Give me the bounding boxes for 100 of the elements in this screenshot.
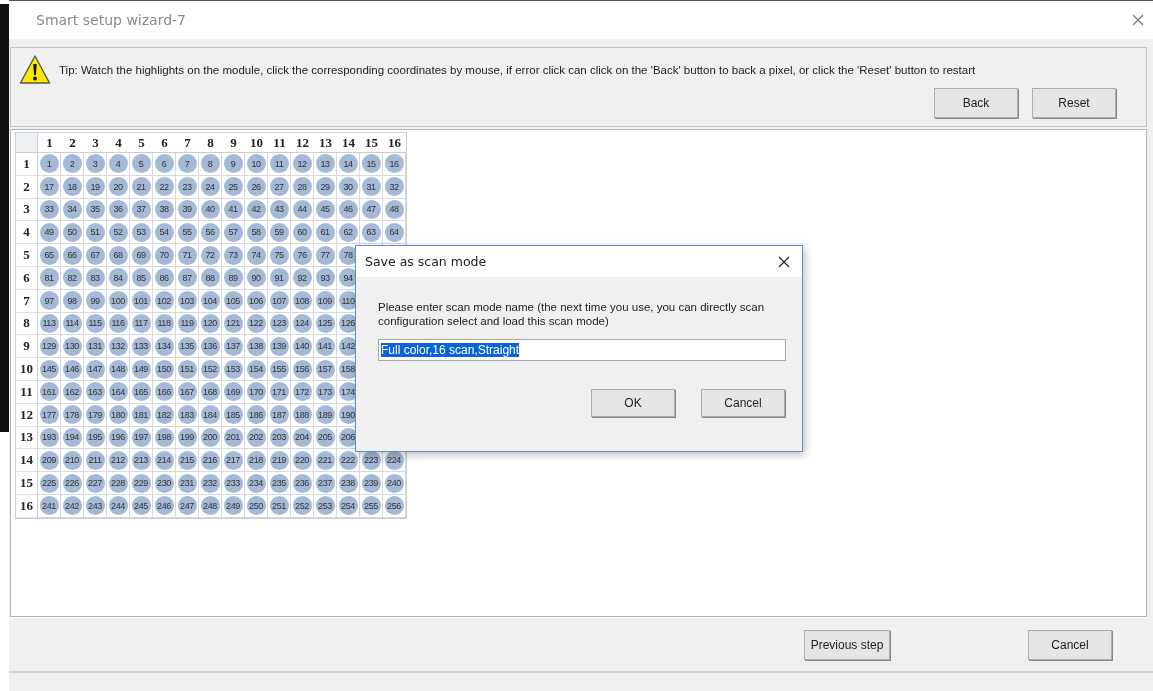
- pixel-dot[interactable]: 65: [39, 245, 59, 265]
- pixel-dot[interactable]: 88: [200, 268, 220, 288]
- dialog-button[interactable]: Cancel: [701, 389, 785, 417]
- pixel-dot[interactable]: 1: [39, 154, 59, 174]
- pixel-dot[interactable]: 133: [131, 336, 151, 356]
- pixel-dot[interactable]: 250: [246, 496, 266, 516]
- pixel-dot[interactable]: 249: [223, 496, 243, 516]
- pixel-dot[interactable]: 157: [315, 359, 335, 379]
- pixel-dot[interactable]: 177: [39, 405, 59, 425]
- pixel-dot[interactable]: 59: [269, 222, 289, 242]
- pixel-dot[interactable]: 170: [246, 382, 266, 402]
- pixel-dot[interactable]: 5: [131, 154, 151, 174]
- pixel-dot[interactable]: 45: [315, 200, 335, 219]
- pixel-dot[interactable]: 242: [62, 496, 82, 516]
- pixel-dot[interactable]: 122: [246, 313, 266, 333]
- pixel-dot[interactable]: 203: [269, 427, 289, 447]
- pixel-dot[interactable]: 61: [315, 222, 335, 242]
- pixel-dot[interactable]: 84: [108, 268, 128, 288]
- pixel-dot[interactable]: 101: [131, 291, 151, 311]
- pixel-dot[interactable]: 130: [62, 336, 82, 356]
- pixel-dot[interactable]: 256: [384, 496, 404, 516]
- pixel-dot[interactable]: 22: [154, 177, 174, 197]
- pixel-dot[interactable]: 186: [246, 405, 266, 425]
- pixel-dot[interactable]: 30: [338, 177, 358, 197]
- pixel-dot[interactable]: 198: [154, 427, 174, 447]
- pixel-dot[interactable]: 245: [131, 496, 151, 516]
- pixel-dot[interactable]: 152: [200, 359, 220, 379]
- pixel-dot[interactable]: 106: [246, 291, 266, 311]
- pixel-dot[interactable]: 9: [223, 154, 243, 174]
- pixel-dot[interactable]: 18: [62, 177, 82, 197]
- pixel-dot[interactable]: 25: [223, 177, 243, 197]
- pixel-dot[interactable]: 204: [292, 427, 312, 447]
- pixel-dot[interactable]: 11: [269, 154, 289, 174]
- pixel-dot[interactable]: 105: [223, 291, 243, 311]
- pixel-dot[interactable]: 37: [131, 200, 151, 219]
- pixel-dot[interactable]: 6: [154, 154, 174, 174]
- pixel-dot[interactable]: 23: [177, 177, 197, 197]
- pixel-dot[interactable]: 107: [269, 291, 289, 311]
- pixel-dot[interactable]: 73: [223, 245, 243, 265]
- pixel-dot[interactable]: 3: [85, 154, 105, 174]
- pixel-dot[interactable]: 119: [177, 313, 197, 333]
- pixel-dot[interactable]: 243: [85, 496, 105, 516]
- pixel-dot[interactable]: 62: [338, 222, 358, 242]
- pixel-dot[interactable]: 66: [62, 245, 82, 265]
- pixel-dot[interactable]: 180: [108, 405, 128, 425]
- pixel-dot[interactable]: 237: [315, 473, 335, 493]
- pixel-dot[interactable]: 167: [177, 382, 197, 402]
- pixel-dot[interactable]: 86: [154, 268, 174, 288]
- input-field[interactable]: Full color,16 scan,Straight: [378, 339, 786, 361]
- pixel-dot[interactable]: 187: [269, 405, 289, 425]
- pixel-dot[interactable]: 51: [85, 222, 105, 242]
- pixel-dot[interactable]: 27: [269, 177, 289, 197]
- pixel-dot[interactable]: 70: [154, 245, 174, 265]
- pixel-dot[interactable]: 236: [292, 473, 312, 493]
- pixel-dot[interactable]: 147: [85, 359, 105, 379]
- pixel-dot[interactable]: 87: [177, 268, 197, 288]
- pixel-dot[interactable]: 246: [154, 496, 174, 516]
- pixel-dot[interactable]: 182: [154, 405, 174, 425]
- pixel-dot[interactable]: 124: [292, 313, 312, 333]
- pixel-dot[interactable]: 58: [246, 222, 266, 242]
- pixel-dot[interactable]: 131: [85, 336, 105, 356]
- pixel-dot[interactable]: 38: [154, 200, 174, 219]
- pixel-dot[interactable]: 36: [108, 200, 128, 219]
- pixel-dot[interactable]: 82: [62, 268, 82, 288]
- pixel-dot[interactable]: 21: [131, 177, 151, 197]
- pixel-dot[interactable]: 225: [39, 473, 59, 493]
- pixel-dot[interactable]: 199: [177, 427, 197, 447]
- pixel-dot[interactable]: 137: [223, 336, 243, 356]
- pixel-dot[interactable]: 47: [361, 200, 381, 219]
- pixel-dot[interactable]: 31: [361, 177, 381, 197]
- pixel-dot[interactable]: 150: [154, 359, 174, 379]
- pixel-dot[interactable]: 229: [131, 473, 151, 493]
- tip-button[interactable]: Reset: [1032, 88, 1116, 118]
- pixel-dot[interactable]: 85: [131, 268, 151, 288]
- pixel-dot[interactable]: 148: [108, 359, 128, 379]
- pixel-dot[interactable]: 151: [177, 359, 197, 379]
- pixel-dot[interactable]: 228: [108, 473, 128, 493]
- pixel-dot[interactable]: 20: [108, 177, 128, 197]
- pixel-dot[interactable]: 69: [131, 245, 151, 265]
- pixel-dot[interactable]: 193: [39, 427, 59, 447]
- pixel-dot[interactable]: 43: [269, 200, 289, 219]
- pixel-dot[interactable]: 155: [269, 359, 289, 379]
- pixel-dot[interactable]: 165: [131, 382, 151, 402]
- pixel-dot[interactable]: 201: [223, 427, 243, 447]
- pixel-dot[interactable]: 220: [292, 450, 312, 470]
- pixel-dot[interactable]: 81: [39, 268, 59, 288]
- pixel-dot[interactable]: 39: [177, 200, 197, 219]
- pixel-dot[interactable]: 71: [177, 245, 197, 265]
- pixel-dot[interactable]: 75: [269, 245, 289, 265]
- pixel-dot[interactable]: 145: [39, 359, 59, 379]
- pixel-dot[interactable]: 115: [85, 313, 105, 333]
- pixel-dot[interactable]: 77: [315, 245, 335, 265]
- pixel-dot[interactable]: 255: [361, 496, 381, 516]
- pixel-dot[interactable]: 219: [269, 450, 289, 470]
- pixel-dot[interactable]: 226: [62, 473, 82, 493]
- pixel-dot[interactable]: 172: [292, 382, 312, 402]
- pixel-dot[interactable]: 183: [177, 405, 197, 425]
- pixel-dot[interactable]: 100: [108, 291, 128, 311]
- pixel-dot[interactable]: 171: [269, 382, 289, 402]
- pixel-dot[interactable]: 146: [62, 359, 82, 379]
